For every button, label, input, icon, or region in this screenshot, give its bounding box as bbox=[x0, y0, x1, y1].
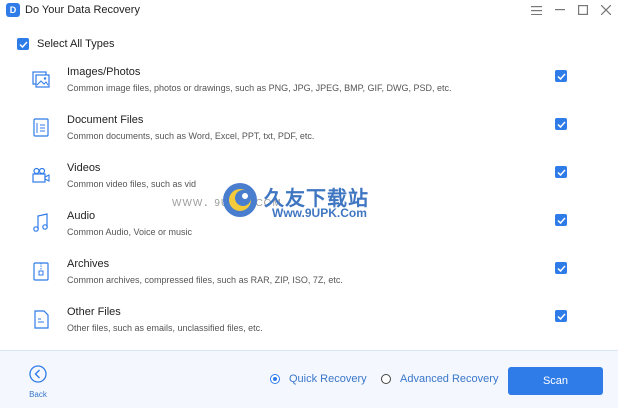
archive-icon bbox=[33, 262, 49, 281]
file-type-description: Common Audio, Voice or music bbox=[67, 227, 193, 237]
video-icon bbox=[32, 167, 50, 183]
file-type-row-other: Other Files Other files, such as emails,… bbox=[0, 305, 618, 353]
file-type-description: Common documents, such as Word, Excel, P… bbox=[67, 131, 315, 141]
file-type-description: Other files, such as emails, unclassifie… bbox=[67, 323, 263, 333]
select-all-checkbox[interactable]: Select All Types bbox=[17, 38, 114, 50]
maximize-icon[interactable] bbox=[573, 0, 593, 20]
advanced-recovery-radio[interactable]: Advanced Recovery bbox=[381, 373, 498, 385]
file-type-description: Common archives, compressed files, such … bbox=[67, 275, 343, 285]
file-type-row-archives: Archives Common archives, compressed fil… bbox=[0, 257, 618, 305]
file-type-title: Images/Photos bbox=[67, 66, 141, 78]
other-file-icon bbox=[34, 310, 49, 329]
file-type-description: Common video files, such as vid bbox=[67, 179, 197, 189]
documents-checkbox[interactable] bbox=[555, 118, 567, 130]
file-type-title: Audio bbox=[67, 210, 96, 222]
file-type-title: Other Files bbox=[67, 306, 121, 318]
advanced-recovery-label: Advanced Recovery bbox=[400, 373, 499, 385]
quick-recovery-label: Quick Recovery bbox=[289, 373, 367, 385]
back-arrow-icon bbox=[29, 365, 47, 383]
window-title: Do Your Data Recovery bbox=[25, 4, 140, 16]
file-type-row-images: Images/Photos Common image files, photos… bbox=[0, 65, 618, 113]
back-button[interactable]: Back bbox=[26, 365, 50, 399]
image-icon bbox=[32, 71, 50, 88]
back-label: Back bbox=[29, 390, 47, 399]
file-type-row-videos: Videos Common video files, such as vid bbox=[0, 161, 618, 209]
file-type-row-documents: Document Files Common documents, such as… bbox=[0, 113, 618, 161]
footer-bar: Back Quick Recovery Advanced Recovery Sc… bbox=[0, 350, 618, 408]
file-type-description: Common image files, photos or drawings, … bbox=[67, 83, 452, 93]
checkbox-checked-icon bbox=[17, 38, 29, 50]
minimize-icon[interactable] bbox=[550, 0, 570, 20]
file-type-title: Document Files bbox=[67, 114, 144, 126]
audio-checkbox[interactable] bbox=[555, 214, 567, 226]
document-icon bbox=[33, 118, 49, 137]
file-type-row-audio: Audio Common Audio, Voice or music bbox=[0, 209, 618, 257]
scan-button[interactable]: Scan bbox=[508, 367, 603, 395]
title-bar: D Do Your Data Recovery bbox=[0, 0, 618, 20]
menu-icon[interactable] bbox=[526, 0, 546, 20]
app-logo-icon: D bbox=[6, 3, 20, 17]
other-files-checkbox[interactable] bbox=[555, 310, 567, 322]
radio-selected-icon bbox=[270, 374, 280, 384]
file-type-title: Archives bbox=[67, 258, 110, 270]
images-checkbox[interactable] bbox=[555, 70, 567, 82]
close-icon[interactable] bbox=[596, 0, 616, 20]
file-type-title: Videos bbox=[67, 162, 101, 174]
radio-unselected-icon bbox=[381, 374, 391, 384]
audio-icon bbox=[33, 213, 48, 232]
archives-checkbox[interactable] bbox=[555, 262, 567, 274]
videos-checkbox[interactable] bbox=[555, 166, 567, 178]
select-all-label: Select All Types bbox=[37, 38, 115, 50]
quick-recovery-radio[interactable]: Quick Recovery bbox=[270, 373, 367, 385]
